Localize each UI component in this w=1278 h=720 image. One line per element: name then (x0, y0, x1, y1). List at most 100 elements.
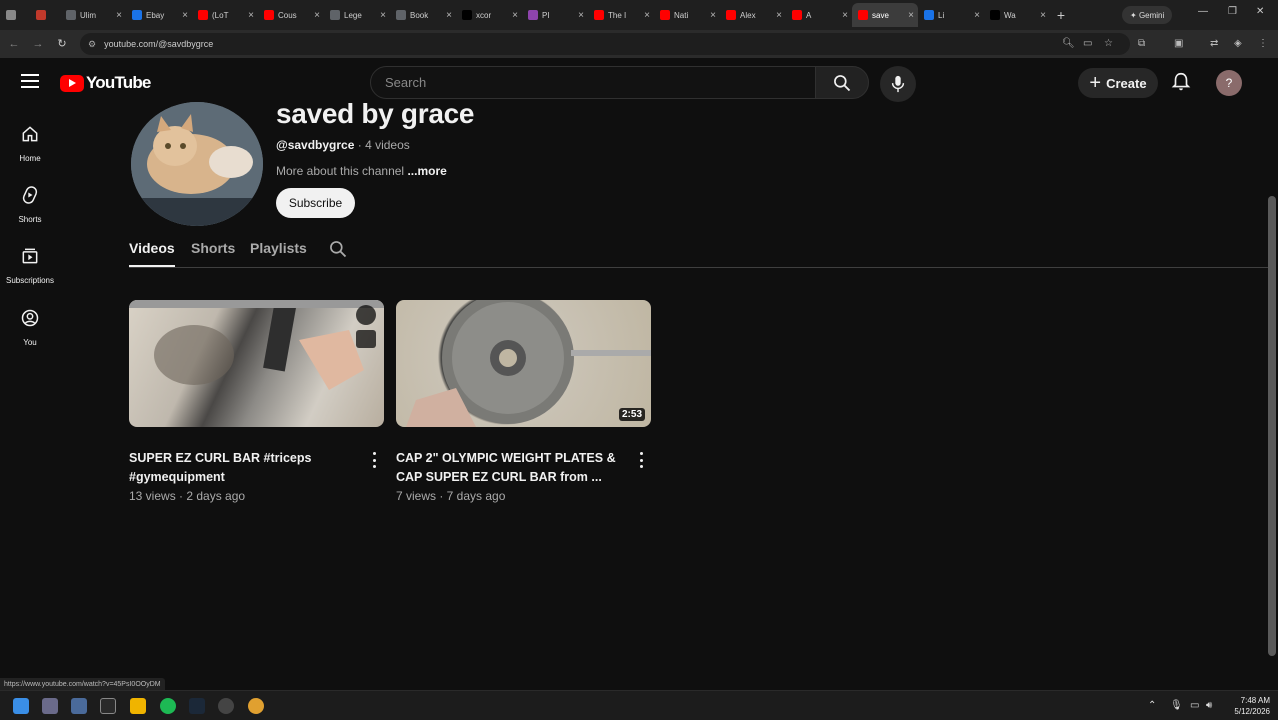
tab-close-icon[interactable]: × (974, 10, 980, 21)
tab-close-icon[interactable]: × (1040, 10, 1046, 21)
tab-close-icon[interactable]: × (908, 10, 914, 21)
close-window-icon[interactable]: ✕ (1256, 6, 1264, 17)
page-scrollbar[interactable] (1268, 196, 1276, 656)
video-thumbnail[interactable] (129, 300, 384, 427)
taskbar-app-icon[interactable] (218, 698, 234, 714)
browser-tab[interactable]: (LoT × (192, 3, 258, 27)
network-icon[interactable]: ▭ (1190, 700, 1199, 711)
browser-tab[interactable]: Wa × (984, 3, 1050, 27)
tab-close-icon[interactable]: × (512, 10, 518, 21)
video-menu-icon[interactable] (368, 452, 380, 468)
tab-close-icon[interactable]: × (842, 10, 848, 21)
forward-icon[interactable]: → (26, 38, 50, 50)
browser-tab[interactable]: Alex × (720, 3, 786, 27)
channel-about[interactable]: More about this channel ...more (276, 164, 447, 178)
browser-tab[interactable]: Li × (918, 3, 984, 27)
more-link[interactable]: ...more (407, 164, 446, 178)
guide-item-shorts[interactable]: Shorts (0, 185, 60, 227)
tab-shorts[interactable]: Shorts (191, 240, 235, 256)
taskbar-app-icon[interactable] (42, 698, 58, 714)
search-input[interactable]: Search (370, 66, 816, 99)
tab-playlists[interactable]: Playlists (250, 240, 307, 256)
taskbar-clock[interactable]: 7:48 AM 5/12/2026 (1222, 695, 1270, 717)
site-info-icon[interactable]: ⚙ (88, 39, 96, 50)
video-meta: 13 views · 2 days ago (129, 489, 246, 503)
video-menu-icon[interactable] (635, 452, 647, 468)
notifications-bell-icon[interactable] (1170, 71, 1192, 93)
gemini-button[interactable]: ✦ Gemini (1122, 6, 1173, 24)
restore-icon[interactable]: ❐ (1228, 6, 1237, 17)
steam-icon[interactable] (189, 698, 205, 714)
bookmark-star-icon[interactable]: ☆ (1104, 38, 1113, 49)
start-icon[interactable] (13, 698, 29, 714)
video-thumbnail[interactable]: 2:53 (396, 300, 651, 427)
browser-tab[interactable]: save × (852, 3, 918, 27)
tray-overflow-icon[interactable]: ⌃ (1148, 700, 1156, 711)
tab-close-icon[interactable]: × (380, 10, 386, 21)
tab-label: Lege (344, 10, 362, 20)
tab-close-icon[interactable]: × (776, 10, 782, 21)
reload-icon[interactable]: ↻ (50, 37, 74, 50)
browser-tab[interactable]: Book × (390, 3, 456, 27)
video-title[interactable]: SUPER EZ CURL BAR #triceps #gymequipment (129, 449, 349, 487)
tab-close-icon[interactable]: × (182, 10, 188, 21)
browser-tab[interactable]: A × (786, 3, 852, 27)
browser-tab[interactable]: PI × (522, 3, 588, 27)
taskbar-app-icon[interactable] (100, 698, 116, 714)
browser-tab[interactable]: Nati × (654, 3, 720, 27)
browser-tab[interactable]: Ulim × (60, 3, 126, 27)
hamburger-menu-icon[interactable] (21, 74, 39, 88)
subscribe-button[interactable]: Subscribe (276, 188, 355, 218)
tab-close-icon[interactable]: × (314, 10, 320, 21)
spotify-icon[interactable] (160, 698, 176, 714)
create-button[interactable]: + Create (1078, 68, 1158, 98)
channel-search-icon[interactable] (328, 239, 348, 259)
taskbar-app-icon[interactable] (71, 698, 87, 714)
file-explorer-icon[interactable] (130, 698, 146, 714)
account-avatar[interactable]: ? (1216, 70, 1242, 96)
guide-item-home[interactable]: Home (0, 124, 60, 166)
translate-icon[interactable]: ⇄ (1210, 38, 1218, 49)
extensions-icon[interactable]: ⧉ (1138, 38, 1145, 49)
link-preview-url: https://www.youtube.com/watch?v=45PsI0OO… (0, 678, 165, 690)
tab-close-icon[interactable]: × (578, 10, 584, 21)
back-icon[interactable]: ← (2, 38, 26, 50)
logo-text: YouTube (86, 73, 151, 92)
sidepanel-icon[interactable]: ▣ (1174, 38, 1183, 49)
browser-tab[interactable]: Ebay × (126, 3, 192, 27)
tab-favicon-icon (462, 10, 472, 20)
menu-icon[interactable]: ⋮ (1258, 38, 1268, 49)
video-card[interactable]: 2:53 CAP 2" OLYMPIC WEIGHT PLATES & CAP … (396, 300, 651, 503)
guide-item-subscriptions[interactable]: Subscriptions (0, 246, 60, 288)
tab-close-icon[interactable]: × (644, 10, 650, 21)
voice-search-button[interactable] (880, 66, 916, 102)
browser-tab[interactable]: xcor × (456, 3, 522, 27)
watch-later-icon[interactable] (356, 305, 376, 325)
browser-tab[interactable] (0, 3, 30, 27)
new-tab-button[interactable]: + (1050, 7, 1072, 23)
microphone-tray-icon[interactable]: 🎙︎ (1170, 700, 1183, 711)
browser-tab[interactable] (30, 3, 60, 27)
browser-tab[interactable]: The I × (588, 3, 654, 27)
browser-tab[interactable]: Lege × (324, 3, 390, 27)
search-button[interactable] (815, 66, 869, 99)
add-to-queue-icon[interactable] (356, 330, 376, 348)
chrome-icon[interactable] (248, 698, 264, 714)
tab-videos[interactable]: Videos (129, 240, 175, 267)
volume-icon[interactable]: 🔊︎ (1206, 700, 1212, 711)
tab-close-icon[interactable]: × (446, 10, 452, 21)
video-title[interactable]: CAP 2" OLYMPIC WEIGHT PLATES & CAP SUPER… (396, 449, 616, 487)
youtube-logo[interactable]: YouTube (60, 73, 151, 93)
cast-icon[interactable]: ▭ (1083, 38, 1092, 49)
zoom-icon[interactable]: 🔍︎ (1062, 38, 1075, 49)
tab-close-icon[interactable]: × (248, 10, 254, 21)
tab-close-icon[interactable]: × (116, 10, 122, 21)
video-card[interactable]: SUPER EZ CURL BAR #triceps #gymequipment… (129, 300, 384, 503)
profile-sync-icon[interactable]: ◈ (1234, 38, 1242, 49)
guide-item-you[interactable]: You (0, 308, 60, 350)
browser-tab[interactable]: Cous × (258, 3, 324, 27)
tab-label: Nati (674, 10, 689, 20)
minimize-icon[interactable]: — (1198, 6, 1208, 17)
url-field[interactable]: ⚙ youtube.com/@savdbygrce (80, 33, 1130, 55)
tab-close-icon[interactable]: × (710, 10, 716, 21)
